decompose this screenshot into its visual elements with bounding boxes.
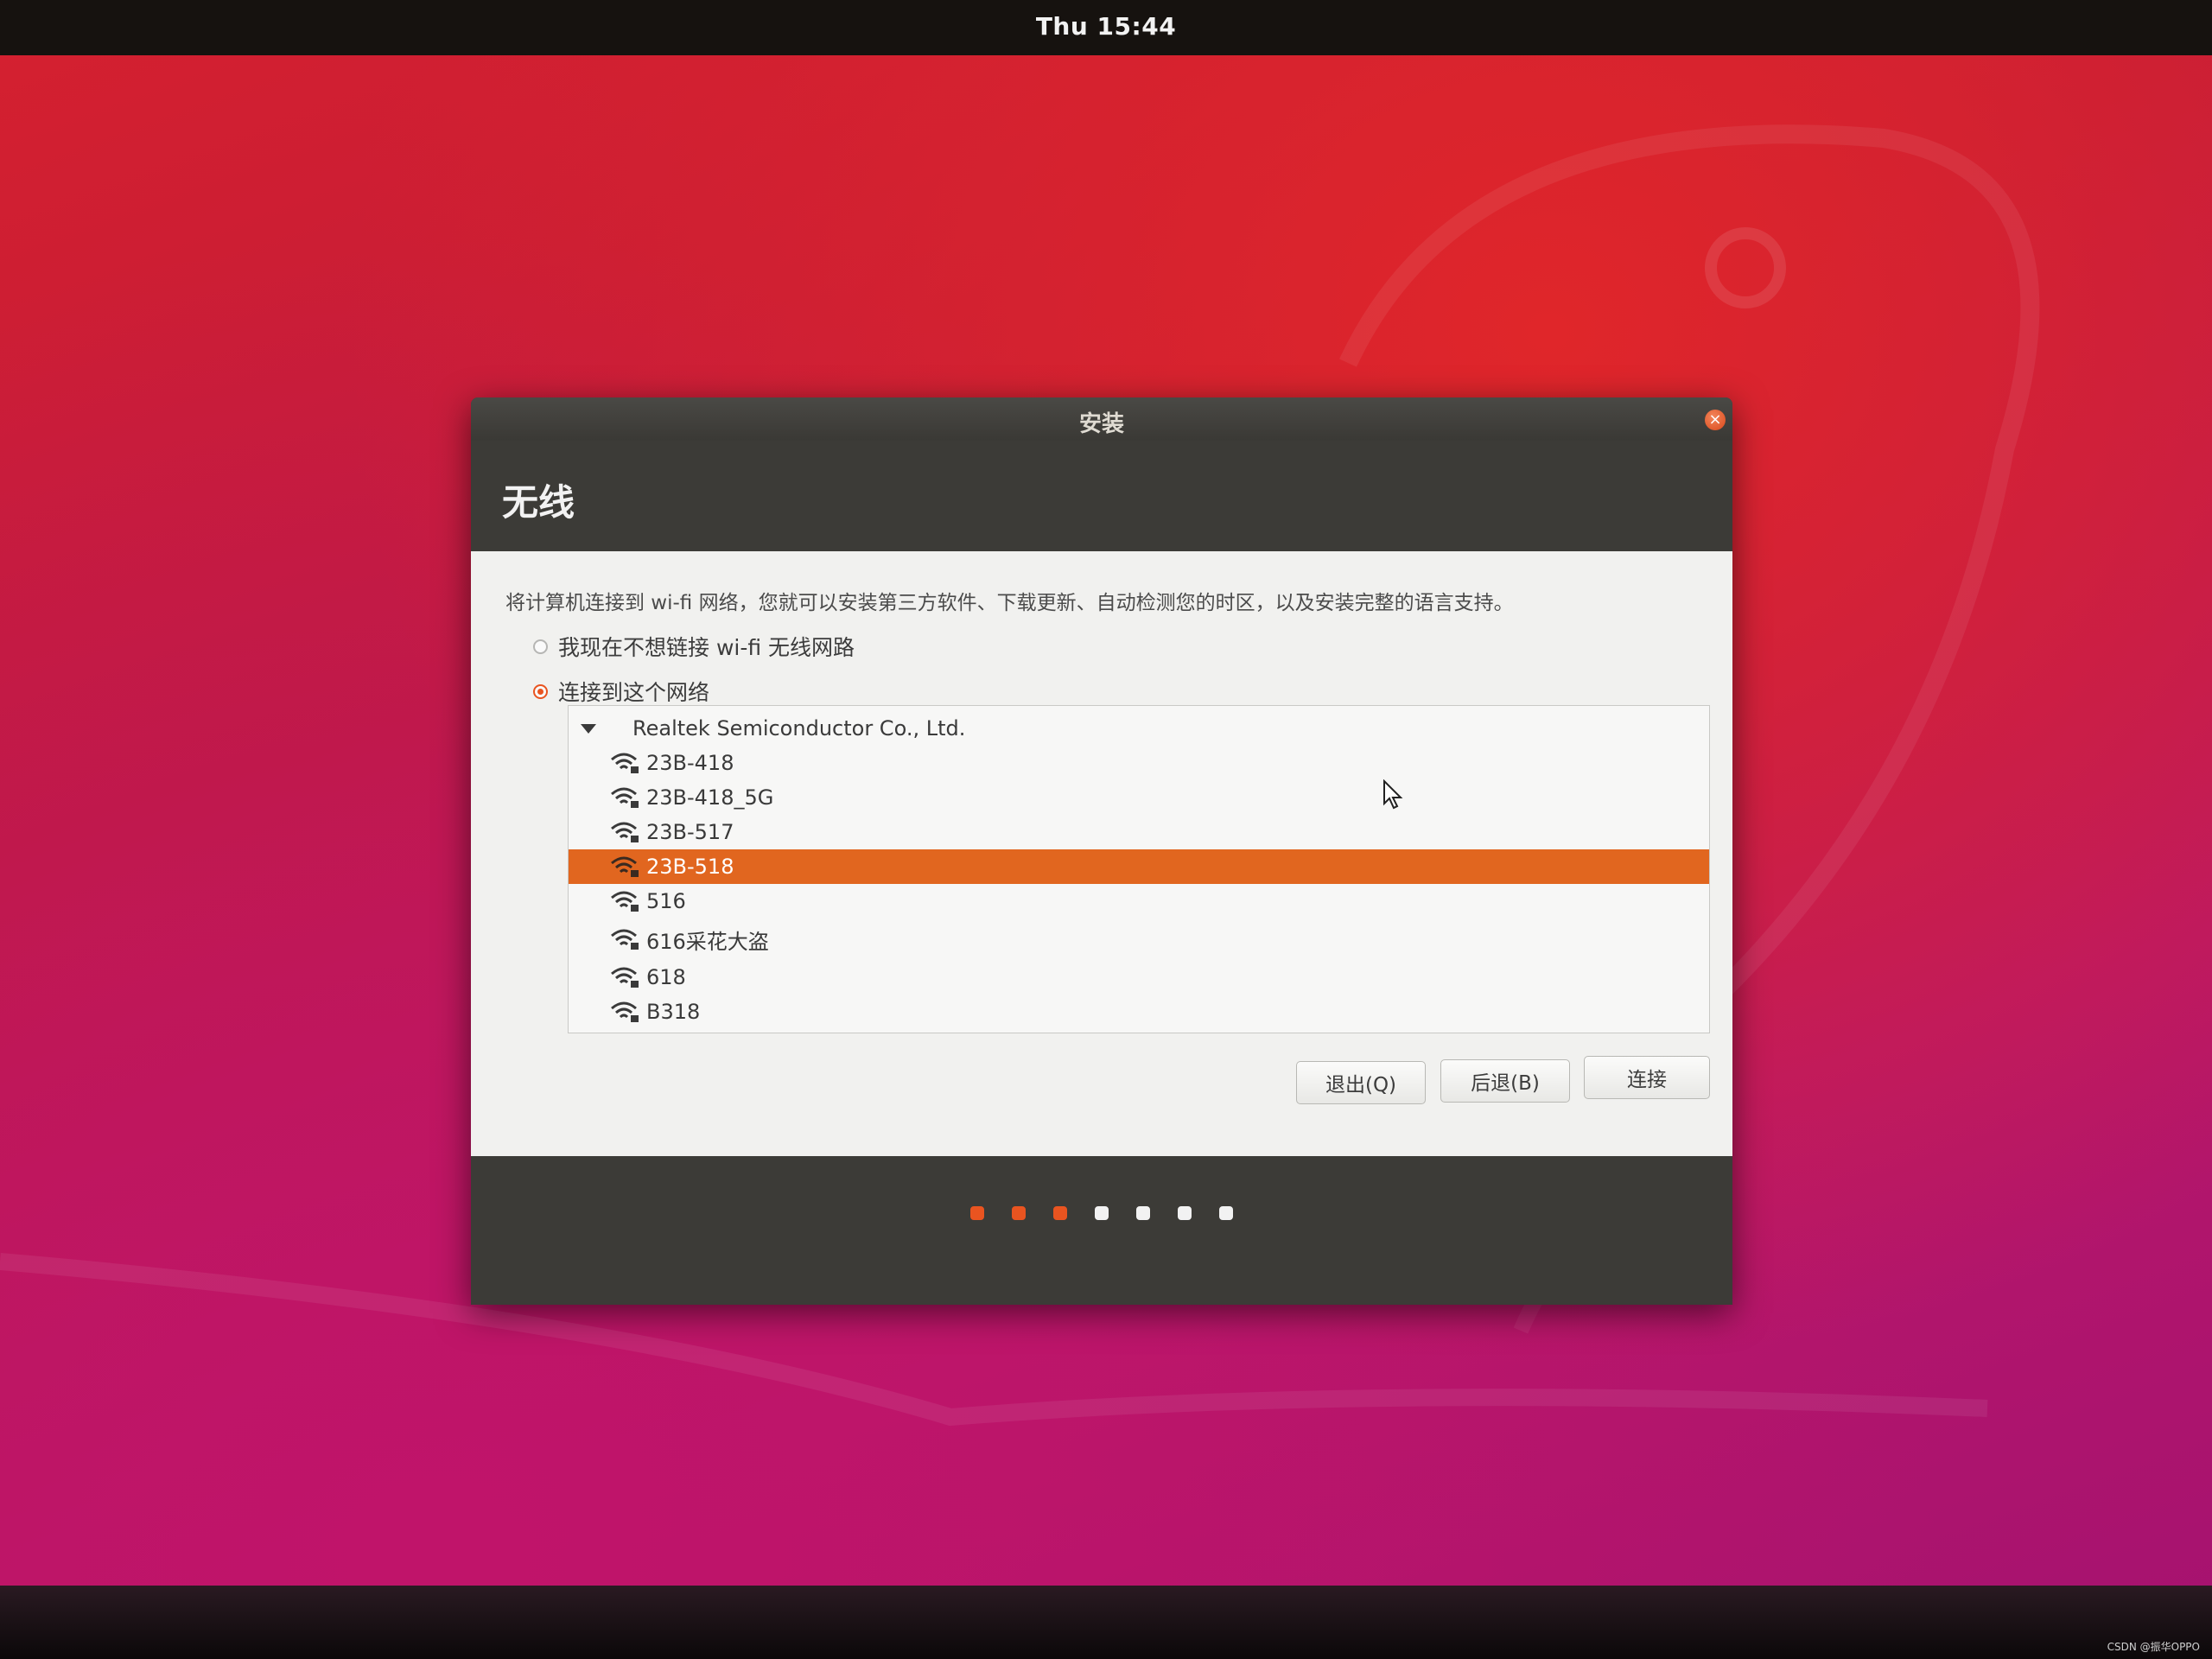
wifi-secure-icon [610,965,641,989]
wireless-page: 将计算机连接到 wi-fi 网络，您就可以安装第三方软件、下载更新、自动检测您的… [471,551,1732,1156]
top-panel: Thu 15:44 [0,0,2212,55]
connect-network-option[interactable]: 连接到这个网络 [533,676,709,707]
network-ssid: 616采花大盗 [646,925,769,955]
wifi-secure-icon [610,820,641,844]
network-list[interactable]: Realtek Semiconductor Co., Ltd. 23B-418 … [568,705,1710,1033]
network-row[interactable]: 23B-418_5G [569,780,1709,815]
connect-network-label: 连接到这个网络 [558,676,709,707]
progress-dot [1178,1206,1192,1220]
installer-window: 安装 × 无线 将计算机连接到 wi-fi 网络，您就可以安装第三方软件、下载更… [471,397,1732,1305]
installer-footer [471,1156,1732,1305]
quit-button[interactable]: 退出(Q) [1296,1061,1426,1104]
network-row[interactable]: B318 [569,995,1709,1029]
network-row[interactable]: 23B-418 [569,746,1709,780]
window-title: 安装 [471,406,1732,438]
expander-triangle-icon[interactable] [581,724,596,734]
network-ssid: 23B-517 [646,820,734,844]
wifi-secure-icon [610,751,641,775]
network-row[interactable]: 23B-517 [569,815,1709,849]
no-wifi-option[interactable]: 我现在不想链接 wi-fi 无线网路 [533,631,855,662]
progress-dot [1095,1206,1109,1220]
progress-dot [1012,1206,1026,1220]
network-ssid: 516 [646,889,686,913]
progress-dot [1053,1206,1067,1220]
progress-dot [1219,1206,1233,1220]
network-row-selected[interactable]: 23B-518 [569,849,1709,884]
monitor-bezel [0,1586,2212,1659]
network-ssid: 23B-418 [646,751,734,775]
network-ssid: 618 [646,965,686,989]
title-bar[interactable]: 安装 × [471,397,1732,441]
clock[interactable]: Thu 15:44 [0,12,2212,41]
connect-network-radio[interactable] [533,684,548,699]
description-text: 将计算机连接到 wi-fi 网络，您就可以安装第三方软件、下载更新、自动检测您的… [505,586,1514,615]
adapter-name: Realtek Semiconductor Co., Ltd. [632,716,965,741]
no-wifi-label: 我现在不想链接 wi-fi 无线网路 [558,631,855,662]
wifi-secure-icon [610,1000,641,1024]
wifi-secure-icon [610,927,641,951]
progress-dot [970,1206,984,1220]
wifi-secure-icon [610,889,641,913]
close-icon[interactable]: × [1705,410,1726,430]
progress-dots [471,1206,1732,1220]
watermark: CSDN @振华OPPO [2107,1639,2200,1654]
connect-button[interactable]: 连接 [1584,1056,1710,1099]
network-ssid: 23B-418_5G [646,785,773,810]
wifi-secure-icon [610,785,641,810]
adapter-row[interactable]: Realtek Semiconductor Co., Ltd. [569,713,1709,744]
network-row[interactable]: 516 [569,884,1709,918]
wifi-secure-icon [610,855,641,879]
mouse-pointer-icon [1382,779,1405,810]
back-button[interactable]: 后退(B) [1440,1059,1570,1103]
page-title: 无线 [502,474,575,526]
network-ssid: B318 [646,1000,700,1024]
no-wifi-radio[interactable] [533,639,548,654]
progress-dot [1136,1206,1150,1220]
network-row[interactable]: 618 [569,960,1709,995]
network-row[interactable]: 616采花大盗 [569,922,1709,957]
network-ssid: 23B-518 [646,855,734,879]
